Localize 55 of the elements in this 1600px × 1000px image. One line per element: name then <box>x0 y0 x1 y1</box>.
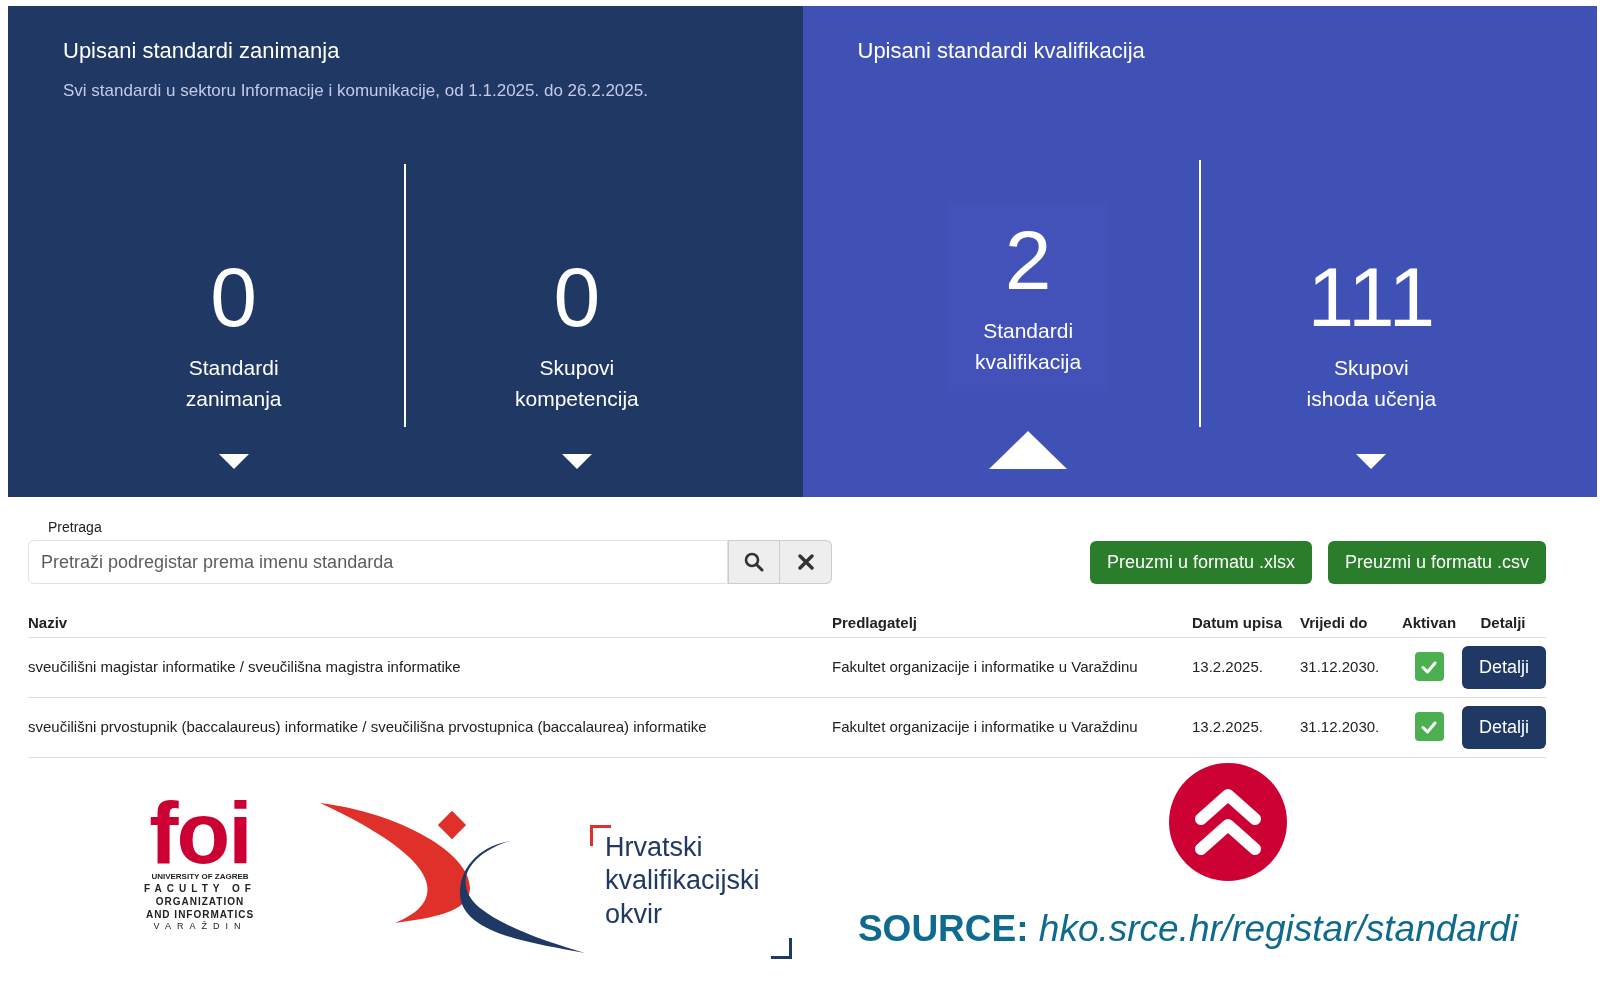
column-header: Vrijedi do <box>1300 610 1398 637</box>
download-button[interactable]: Preuzmi u formatu .csv <box>1327 541 1546 584</box>
stat-tile[interactable]: 2 Standardi kvalifikacija <box>948 204 1109 391</box>
source-caption: SOURCE: hko.srce.hr/registar/standardi <box>857 906 1518 951</box>
download-button[interactable]: Preuzmi u formatu .xlsx <box>1089 541 1312 584</box>
logo-text: AND INFORMATICS <box>145 908 255 921</box>
table-cell: 13.2.2025. <box>1192 657 1263 675</box>
stat-tile[interactable]: 111 Skupovi ishoda učenja <box>1301 255 1442 414</box>
stat-tile[interactable]: 0 Skupovi kompetencija <box>506 255 647 414</box>
stat-value: 111 <box>1307 255 1436 340</box>
panel-subtitle: Svi standardi u sektoru Informacije i komunikacije, od 1.1.2025. do 26.2.2025. <box>63 80 649 103</box>
up-triangle-icon <box>989 431 1068 469</box>
stat-label: Standardi zanimanja <box>184 355 283 412</box>
logo-text: ORGANIZATION <box>155 895 245 909</box>
column-header: Naziv <box>28 610 832 637</box>
logo-text: UNIVERSITY OF ZAGREB <box>151 871 249 883</box>
stat-label: Skupovi kompetencija <box>514 355 640 412</box>
stat-value: 0 <box>553 255 601 340</box>
close-icon <box>797 554 814 570</box>
details-button[interactable]: Detalji <box>1461 705 1546 749</box>
table-cell: 13.2.2025. <box>1192 717 1263 735</box>
table-cell: Fakultet organizacije i informatike u Varaždinu <box>832 717 1138 735</box>
column-header: Datum upisa <box>1192 610 1300 637</box>
stat-value: 2 <box>1004 218 1052 303</box>
search-button[interactable] <box>728 540 780 584</box>
stat-tile[interactable]: 0 Standardi zanimanja <box>163 255 304 414</box>
logo-text: FACULTY OF <box>144 882 256 896</box>
table-cell: 31.12.2030. <box>1300 657 1380 675</box>
stat-label: Skupovi ishoda učenja <box>1305 355 1438 412</box>
down-triangle-icon <box>218 454 249 469</box>
down-triangle-icon <box>1356 454 1387 469</box>
down-triangle-icon <box>561 454 592 469</box>
column-header: Aktivan <box>1398 610 1460 637</box>
panel-title: Upisani standardi zanimanja <box>63 38 341 65</box>
stat-label: Standardi kvalifikacija <box>974 318 1083 375</box>
column-header: Detalji <box>1460 610 1546 637</box>
search-field[interactable]: Pretraži podregistar prema imenu standarda <box>28 540 728 584</box>
logo-text: okvir <box>605 898 663 931</box>
panel-title: Upisani standardi kvalifikacija <box>857 38 1146 65</box>
table-cell: sveučilišni magistar informatike / sveučilišna magistra informatike <box>28 657 461 675</box>
search-label: Pretraga <box>48 518 103 537</box>
logo-text: VARAŽDIN <box>153 921 247 933</box>
logo-letters: foi <box>149 792 251 872</box>
clear-button[interactable] <box>780 540 832 584</box>
column-header: Predlagatelj <box>832 610 1192 637</box>
logo-text: kvalifikacijski <box>605 864 760 898</box>
details-button[interactable]: Detalji <box>1461 645 1546 689</box>
table-cell: sveučilišni prvostupnik (baccalaureus) informatike / sveučilišna prvostupnica (baccalaurea) informatike <box>28 717 707 735</box>
logo-text: Hrvatski <box>605 830 704 864</box>
search-icon <box>744 552 764 572</box>
scroll-top-button[interactable] <box>1168 762 1287 881</box>
table-cell: 31.12.2030. <box>1300 717 1380 735</box>
stat-value: 0 <box>210 255 257 340</box>
corner-bracket-icon <box>769 936 792 959</box>
table-cell: Fakultet organizacije i informatike u Varaždinu <box>832 657 1138 675</box>
